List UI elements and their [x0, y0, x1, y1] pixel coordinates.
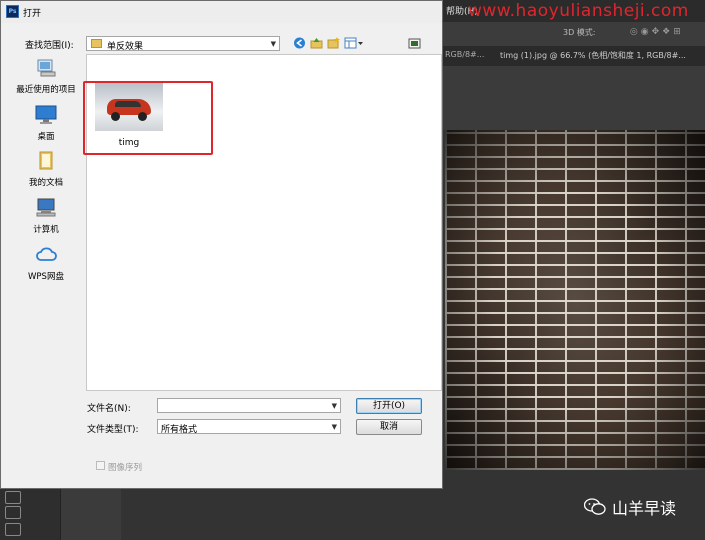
- ps-panel-strip: [60, 488, 121, 540]
- place-wps-cloud[interactable]: WPS网盘: [11, 245, 81, 282]
- brick-wall-image: [445, 130, 705, 470]
- chevron-down-icon[interactable]: ▼: [332, 402, 337, 410]
- new-folder-icon[interactable]: [327, 37, 340, 49]
- tool-icon[interactable]: [5, 491, 21, 504]
- image-sequence-checkbox[interactable]: [96, 461, 105, 470]
- place-label: 桌面: [37, 132, 55, 142]
- wechat-icon: [584, 498, 606, 515]
- open-button[interactable]: 打开(O): [356, 398, 422, 414]
- places-bar: 最近使用的项目 桌面 我的文档 计算机 WPS网盘: [11, 53, 81, 453]
- folder-icon: [91, 39, 102, 48]
- brand-name: 山羊早读: [612, 499, 677, 518]
- place-label: WPS网盘: [28, 272, 64, 282]
- file-type-dropdown[interactable]: 所有格式 ▼: [157, 419, 341, 435]
- place-desktop[interactable]: 桌面: [11, 105, 81, 142]
- file-type-field-label: 文件类型(T):: [87, 425, 139, 435]
- look-in-dropdown[interactable]: 单反效果 ▼: [86, 36, 280, 52]
- chevron-down-icon: ▼: [270, 40, 276, 48]
- ps-canvas-area: [440, 66, 705, 130]
- back-icon[interactable]: [293, 37, 306, 49]
- dialog-title: 打开: [23, 9, 42, 19]
- place-recent[interactable]: 最近使用的项目: [11, 58, 81, 95]
- watermark-url: www.haoyuliansheji.com: [468, 1, 689, 21]
- place-documents[interactable]: 我的文档: [11, 151, 81, 188]
- look-in-value: 单反效果: [107, 42, 144, 52]
- look-in-label: 查找范围(I):: [25, 41, 74, 51]
- chevron-down-icon: ▼: [331, 423, 337, 431]
- photoshop-logo-icon: Ps: [6, 5, 19, 18]
- tab-timg[interactable]: timg (1).jpg @ 66.7% (色相/饱和度 1, RGB/8#..…: [500, 50, 686, 61]
- view-menu-icon[interactable]: [344, 37, 364, 49]
- image-sequence-label: 图像序列: [108, 463, 143, 473]
- cloud-icon: [36, 247, 57, 261]
- cancel-button[interactable]: 取消: [356, 419, 422, 435]
- open-dialog: Ps 打开 查找范围(I): 单反效果 ▼ 最近使用的项目 桌面 我的文档 计算…: [0, 0, 443, 489]
- 3d-mode-icons[interactable]: ◎◉✥❖⊞: [583, 27, 684, 37]
- place-computer[interactable]: 计算机: [11, 198, 81, 235]
- tab-partial[interactable]: RGB/8#...: [445, 50, 484, 59]
- file-name-field-label: 文件名(N):: [87, 404, 131, 414]
- desktop-icon: [35, 105, 57, 124]
- tool-icon[interactable]: [5, 506, 21, 519]
- highlight-box: [83, 81, 213, 155]
- documents-icon: [39, 151, 53, 170]
- dialog-titlebar: Ps 打开: [1, 1, 442, 23]
- place-label: 最近使用的项目: [16, 85, 76, 95]
- file-name-input[interactable]: ▼: [157, 398, 341, 413]
- computer-icon: [36, 198, 56, 217]
- up-folder-icon[interactable]: [310, 37, 323, 49]
- tool-icon[interactable]: [5, 523, 21, 536]
- ps-tool-panel: [0, 488, 60, 540]
- place-label: 我的文档: [28, 178, 63, 188]
- recent-icon: [37, 59, 56, 77]
- bridge-icon[interactable]: [408, 37, 421, 49]
- place-label: 计算机: [33, 225, 59, 235]
- file-type-value: 所有格式: [161, 425, 198, 435]
